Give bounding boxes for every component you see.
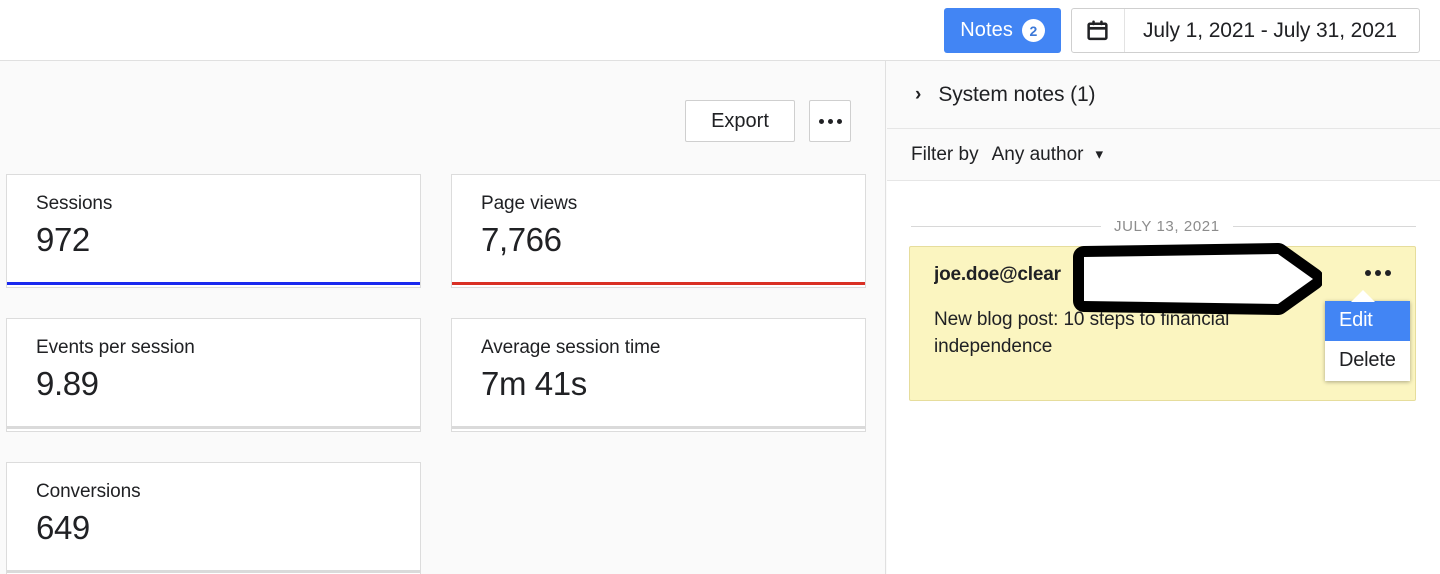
top-bar-controls: Notes 2 July 1, 2021 - July 31, 2021 xyxy=(944,8,1420,53)
note-header: joe.doe@clear xyxy=(934,264,1393,286)
metric-value: 972 xyxy=(36,220,90,258)
system-notes-label: System notes (1) xyxy=(938,82,1096,106)
metric-accent-bar xyxy=(452,426,865,429)
date-range-value: July 1, 2021 - July 31, 2021 xyxy=(1142,18,1397,42)
metric-label: Page views xyxy=(481,193,578,214)
metric-card-conversions[interactable]: Conversions 649 xyxy=(6,462,421,574)
metric-label: Sessions xyxy=(36,193,113,214)
calendar-icon xyxy=(1072,9,1125,52)
divider-rule-right xyxy=(1232,226,1416,227)
note-author: joe.doe@clear xyxy=(934,264,1061,285)
metric-value: 9.89 xyxy=(36,364,99,402)
system-notes-toggle[interactable]: › System notes (1) xyxy=(887,61,1440,129)
metric-accent-bar xyxy=(7,426,420,429)
export-button[interactable]: Export xyxy=(685,100,795,142)
notes-count-badge: 2 xyxy=(1021,19,1045,42)
notes-filter-row: Filter by Any author ▾ xyxy=(887,129,1440,181)
popup-pointer-arrow xyxy=(1351,290,1375,302)
chevron-down-icon: ▾ xyxy=(1095,146,1104,163)
metric-value: 7,766 xyxy=(481,220,562,258)
metric-label: Average session time xyxy=(481,337,661,358)
metric-card-sessions[interactable]: Sessions 972 xyxy=(6,174,421,288)
menu-item-edit[interactable]: Edit xyxy=(1325,301,1410,341)
metric-label: Events per session xyxy=(36,337,195,358)
chevron-right-icon: › xyxy=(915,84,922,105)
metric-card-average-session-time[interactable]: Average session time 7m 41s xyxy=(451,318,866,432)
top-bar: Notes 2 July 1, 2021 - July 31, 2021 xyxy=(0,0,1440,61)
panel-actions: Export xyxy=(685,100,851,142)
date-divider: JULY 13, 2021 xyxy=(911,218,1416,235)
ellipsis-icon xyxy=(1365,270,1391,276)
note-context-menu: Edit Delete xyxy=(1325,290,1410,381)
panel-more-button[interactable] xyxy=(809,100,851,142)
ellipsis-icon xyxy=(818,118,842,124)
metrics-panel: Export Sessions 972 Page views 7,766 Eve… xyxy=(0,61,886,574)
metric-card-grid: Sessions 972 Page views 7,766 Events per… xyxy=(6,174,866,574)
date-divider-label: JULY 13, 2021 xyxy=(1114,218,1220,235)
author-filter-select[interactable]: Any author ▾ xyxy=(992,144,1103,166)
metric-value: 649 xyxy=(36,508,90,546)
note-menu-button[interactable] xyxy=(1363,266,1393,280)
metric-accent-bar xyxy=(452,282,865,285)
author-filter-value: Any author xyxy=(991,143,1084,165)
metric-label: Conversions xyxy=(36,481,141,502)
metric-card-events-per-session[interactable]: Events per session 9.89 xyxy=(6,318,421,432)
note-body: New blog post: 10 steps to financial ind… xyxy=(934,309,1230,358)
metric-accent-bar xyxy=(7,282,420,285)
divider-rule-left xyxy=(911,226,1101,227)
analytics-dashboard: Notes 2 July 1, 2021 - July 31, 2021 Exp… xyxy=(0,0,1440,574)
filter-by-label: Filter by xyxy=(911,143,979,165)
notes-button-label: Notes xyxy=(960,19,1013,41)
metric-card-page-views[interactable]: Page views 7,766 xyxy=(451,174,866,288)
menu-item-delete[interactable]: Delete xyxy=(1325,341,1410,381)
date-range-picker[interactable]: July 1, 2021 - July 31, 2021 xyxy=(1070,8,1420,53)
metric-value: 7m 41s xyxy=(481,364,587,402)
notes-button[interactable]: Notes 2 xyxy=(944,8,1061,53)
metric-accent-bar xyxy=(7,570,420,573)
